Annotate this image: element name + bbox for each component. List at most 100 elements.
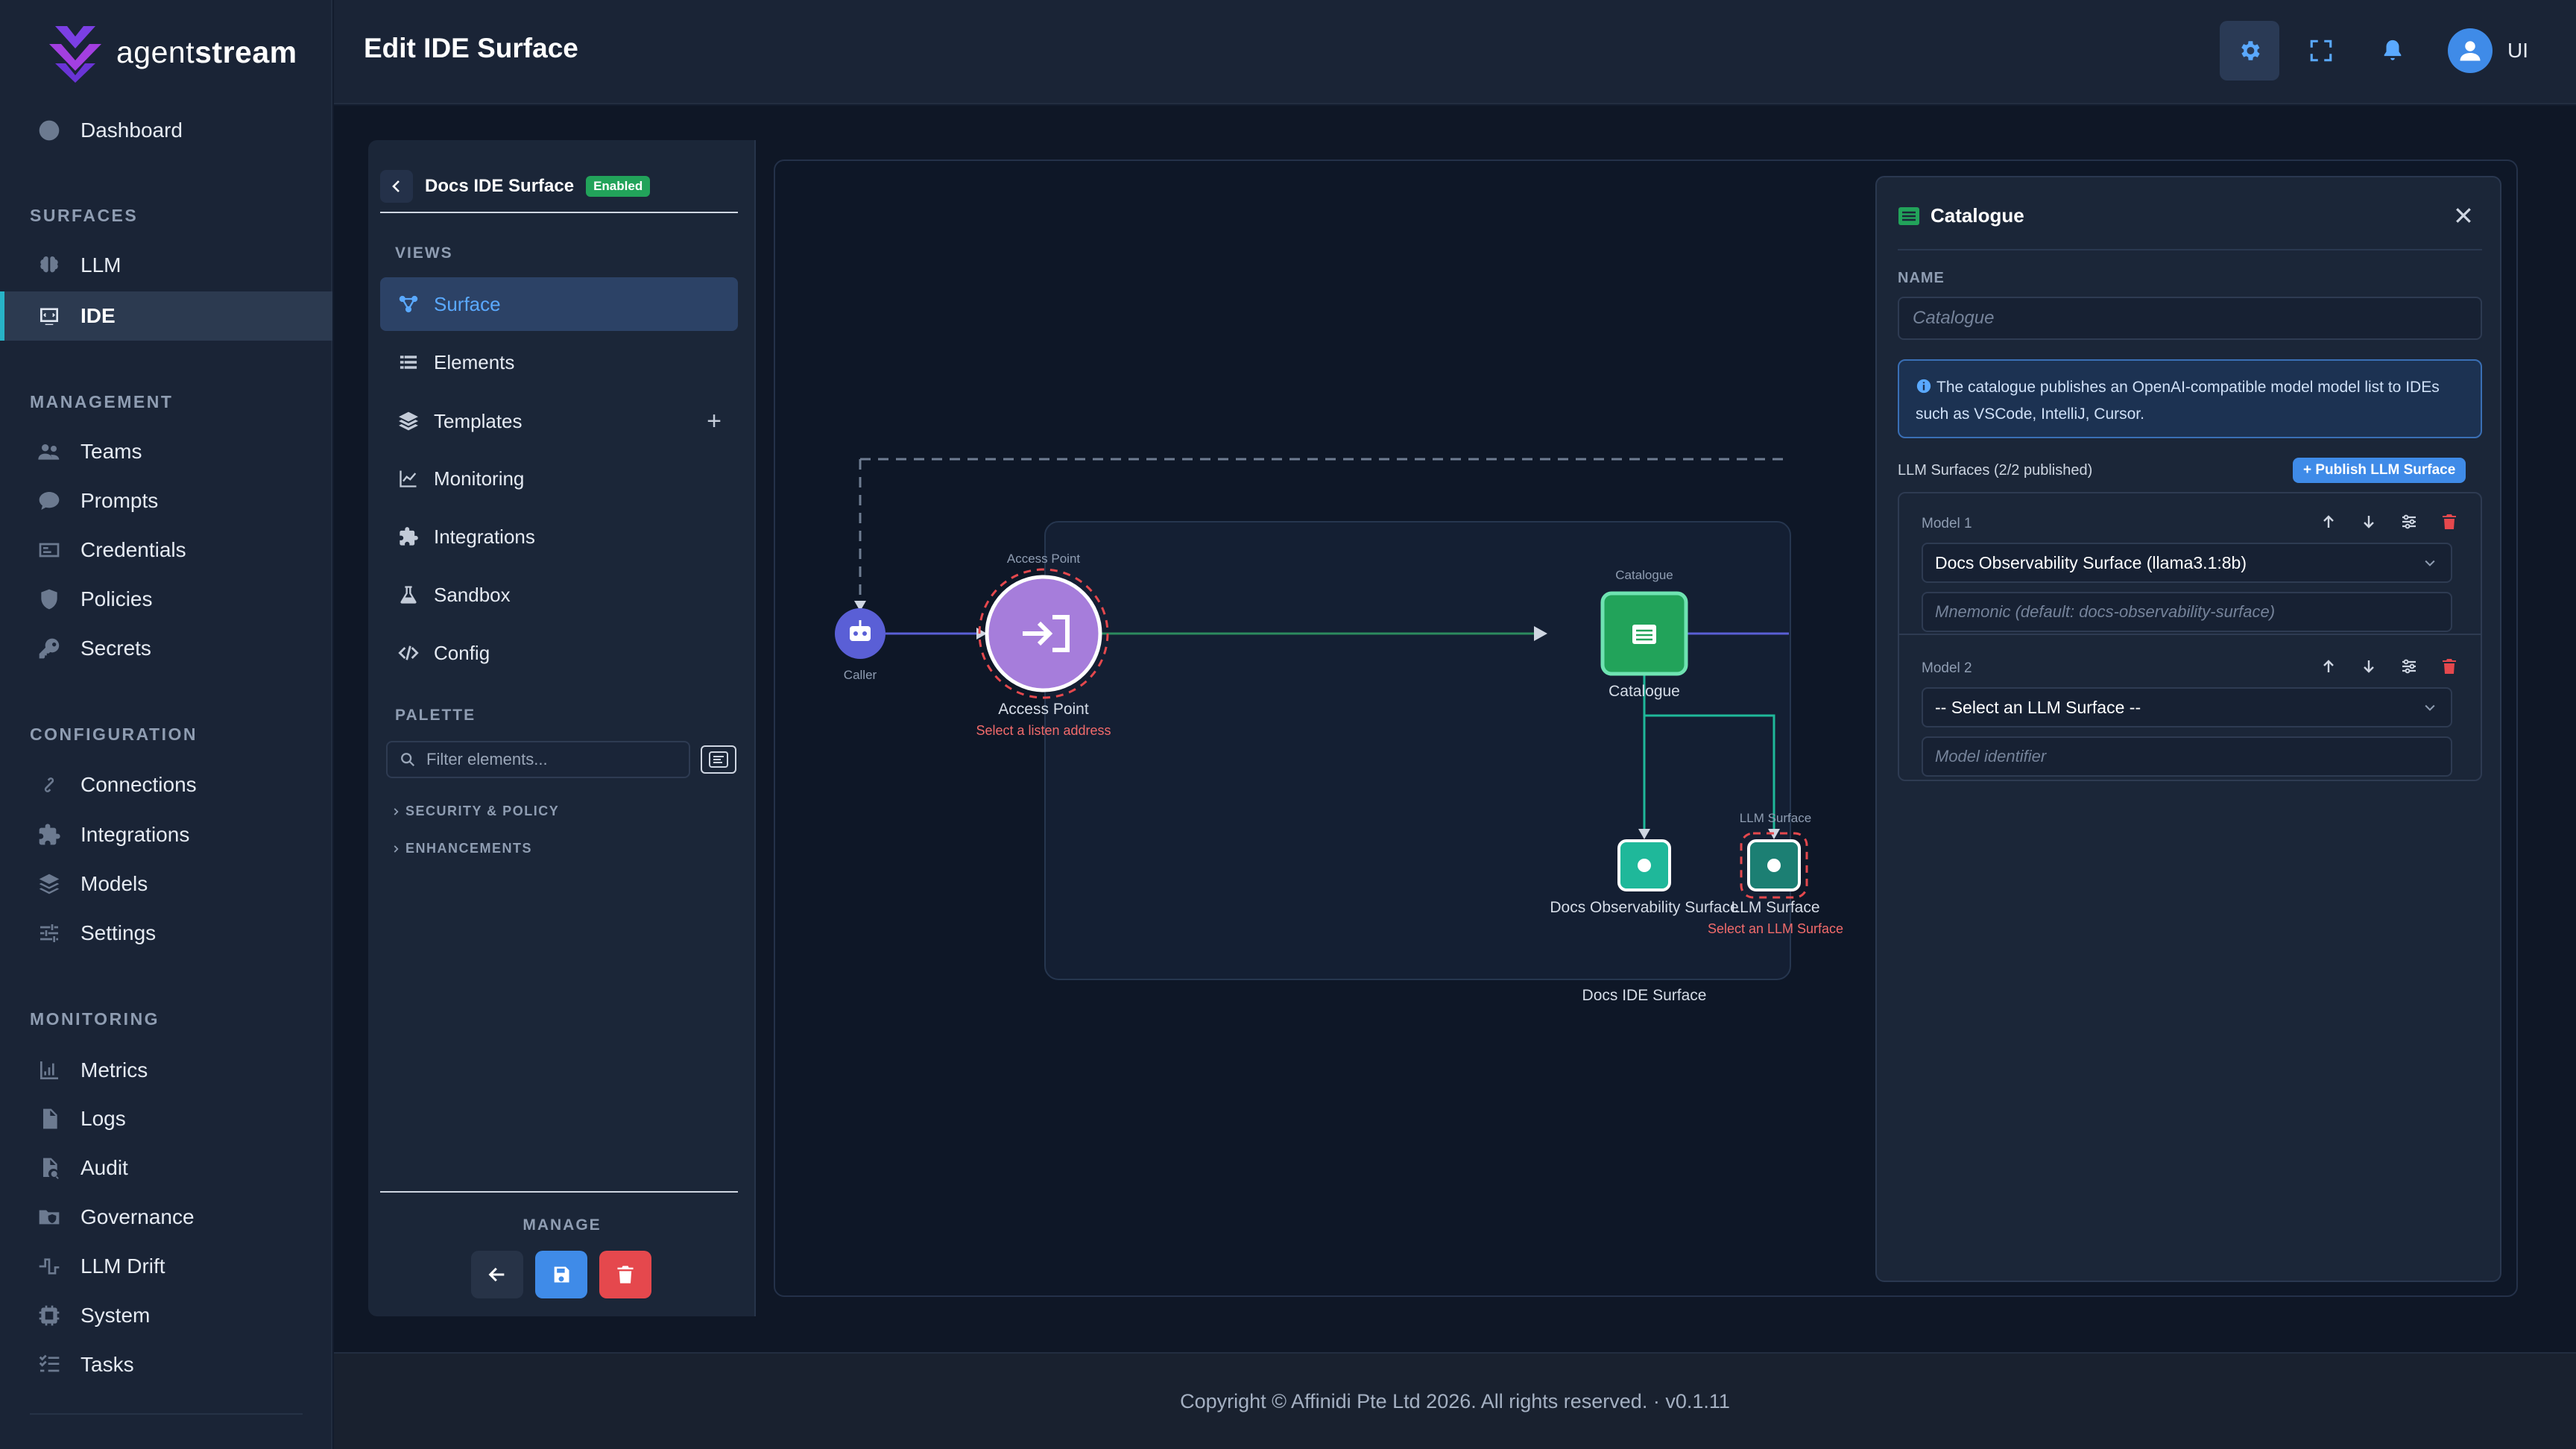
arrow-down-icon[interactable]: [2360, 513, 2378, 531]
view-monitoring[interactable]: Monitoring: [380, 452, 738, 505]
theme-settings-button[interactable]: [2220, 21, 2279, 80]
user-menu[interactable]: UI: [2448, 28, 2528, 73]
view-templates[interactable]: Templates +: [380, 394, 738, 448]
palette-group-security-policy-label: SECURITY & POLICY: [405, 804, 560, 818]
chevron-down-icon: [2425, 560, 2435, 566]
fullscreen-button[interactable]: [2291, 21, 2351, 80]
manage-heading: MANAGE: [523, 1216, 602, 1234]
agentstream-logo-icon: [49, 26, 101, 83]
link-icon: [44, 777, 54, 792]
view-sandbox-label: Sandbox: [434, 583, 511, 606]
nav-dashboard-label: Dashboard: [80, 119, 183, 142]
palette-filter[interactable]: [386, 741, 690, 778]
model-2-select[interactable]: -- Select an LLM Surface --: [1922, 687, 2452, 727]
nav-metrics[interactable]: Metrics: [0, 1046, 332, 1095]
back-button[interactable]: [380, 170, 413, 203]
file-icon: [43, 1108, 57, 1129]
nav-governance[interactable]: Governance: [0, 1193, 332, 1242]
close-icon[interactable]: [2452, 204, 2475, 227]
name-field[interactable]: [1898, 297, 2482, 340]
catalogue-label: Catalogue: [1609, 683, 1680, 700]
nav-section-monitoring: MONITORING: [30, 1009, 160, 1029]
nav-credentials[interactable]: Credentials: [0, 525, 332, 575]
model-1-mnemonic-field[interactable]: [1922, 592, 2452, 632]
cpu-icon: [39, 1305, 60, 1326]
llm-surface-top-label: LLM Surface: [1739, 811, 1812, 825]
puzzle-icon: [400, 527, 418, 546]
notifications-button[interactable]: [2363, 21, 2422, 80]
layers-icon: [399, 411, 418, 431]
nav-teams-label: Teams: [80, 440, 142, 463]
palette-view-toggle[interactable]: [701, 745, 736, 774]
trash-icon[interactable]: [2440, 657, 2458, 675]
nav-llm[interactable]: LLM: [0, 241, 332, 290]
brand-logo[interactable]: agentstream: [45, 21, 297, 83]
model-1-heading: Model 1: [1922, 516, 1972, 531]
sliders-icon[interactable]: [2400, 657, 2418, 675]
nav-integrations-label: Integrations: [80, 823, 190, 846]
view-elements-label: Elements: [434, 350, 515, 373]
arrow-up-icon[interactable]: [2320, 657, 2337, 675]
key-icon: [39, 638, 60, 659]
back-arrow-button[interactable]: [471, 1251, 523, 1298]
trash-icon: [617, 1266, 634, 1284]
publish-llm-surface-button[interactable]: + Publish LLM Surface: [2293, 458, 2466, 483]
view-surface[interactable]: Surface: [380, 277, 738, 331]
caller-label: Caller: [843, 668, 877, 682]
id-card-icon: [39, 543, 60, 558]
sliders-icon[interactable]: [2400, 513, 2418, 531]
top-header: Edit IDE Surface UI: [334, 0, 2576, 104]
nav-logs[interactable]: Logs: [0, 1094, 332, 1143]
nav-tasks[interactable]: Tasks: [0, 1340, 332, 1389]
nav-metrics-label: Metrics: [80, 1058, 148, 1082]
nav-llm-drift[interactable]: LLM Drift: [0, 1242, 332, 1291]
chevron-left-icon: [392, 180, 400, 192]
brain-icon: [1767, 859, 1781, 872]
nav-section-surfaces: SURFACES: [30, 206, 139, 225]
nav-models[interactable]: Models: [0, 859, 332, 909]
model-2-identifier-field[interactable]: [1922, 736, 2452, 777]
main-nav: agentstream Dashboard SURFACES LLM IDE M…: [0, 0, 332, 1449]
nav-settings[interactable]: Settings: [0, 909, 332, 958]
catalogue-list-icon: [1898, 206, 1919, 225]
nav-ide[interactable]: IDE: [0, 291, 332, 341]
nav-dashboard[interactable]: Dashboard: [0, 106, 332, 155]
nav-models-label: Models: [80, 872, 148, 895]
nav-governance-label: Governance: [80, 1205, 195, 1228]
trash-icon[interactable]: [2440, 513, 2458, 531]
nav-teams[interactable]: Teams: [0, 427, 332, 476]
view-sandbox[interactable]: Sandbox: [380, 568, 738, 622]
view-integrations[interactable]: Integrations: [380, 510, 738, 564]
panel-divider: [1898, 249, 2482, 250]
model-1-select-value: Docs Observability Surface (llama3.1:8b): [1935, 552, 2247, 572]
nav-system[interactable]: System: [0, 1291, 332, 1340]
chat-bubble-icon: [39, 492, 60, 510]
drift-wave-icon: [39, 1258, 60, 1275]
palette-filter-input[interactable]: [426, 750, 680, 769]
robot-icon-eye-left: [853, 631, 858, 636]
nav-secrets[interactable]: Secrets: [0, 624, 332, 673]
users-icon: [38, 444, 60, 460]
view-elements[interactable]: Elements: [380, 335, 738, 389]
nav-policies-label: Policies: [80, 587, 153, 610]
arrow-down-icon[interactable]: [2360, 657, 2378, 675]
nav-llm-drift-label: LLM Drift: [80, 1254, 165, 1278]
panel-title-text: Catalogue: [1931, 204, 2024, 227]
nav-integrations[interactable]: Integrations: [0, 810, 332, 859]
palette-group-enhancements[interactable]: ENHANCEMENTS: [391, 841, 532, 856]
nav-secrets-label: Secrets: [80, 637, 151, 660]
access-point-label: Access Point: [998, 701, 1089, 718]
floppy-disk-icon: [554, 1266, 569, 1283]
delete-button[interactable]: [599, 1251, 651, 1298]
nav-policies[interactable]: Policies: [0, 575, 332, 624]
palette-group-security-policy[interactable]: SECURITY & POLICY: [391, 804, 559, 819]
add-template-button[interactable]: +: [707, 407, 722, 436]
save-button[interactable]: [535, 1251, 587, 1298]
model-1-select[interactable]: Docs Observability Surface (llama3.1:8b): [1922, 543, 2452, 583]
nav-prompts[interactable]: Prompts: [0, 476, 332, 525]
nav-connections[interactable]: Connections: [0, 760, 332, 809]
view-config[interactable]: Config: [380, 626, 738, 680]
arrow-up-icon[interactable]: [2320, 513, 2337, 531]
nav-audit[interactable]: Audit: [0, 1143, 332, 1193]
nav-prompts-label: Prompts: [80, 489, 159, 512]
